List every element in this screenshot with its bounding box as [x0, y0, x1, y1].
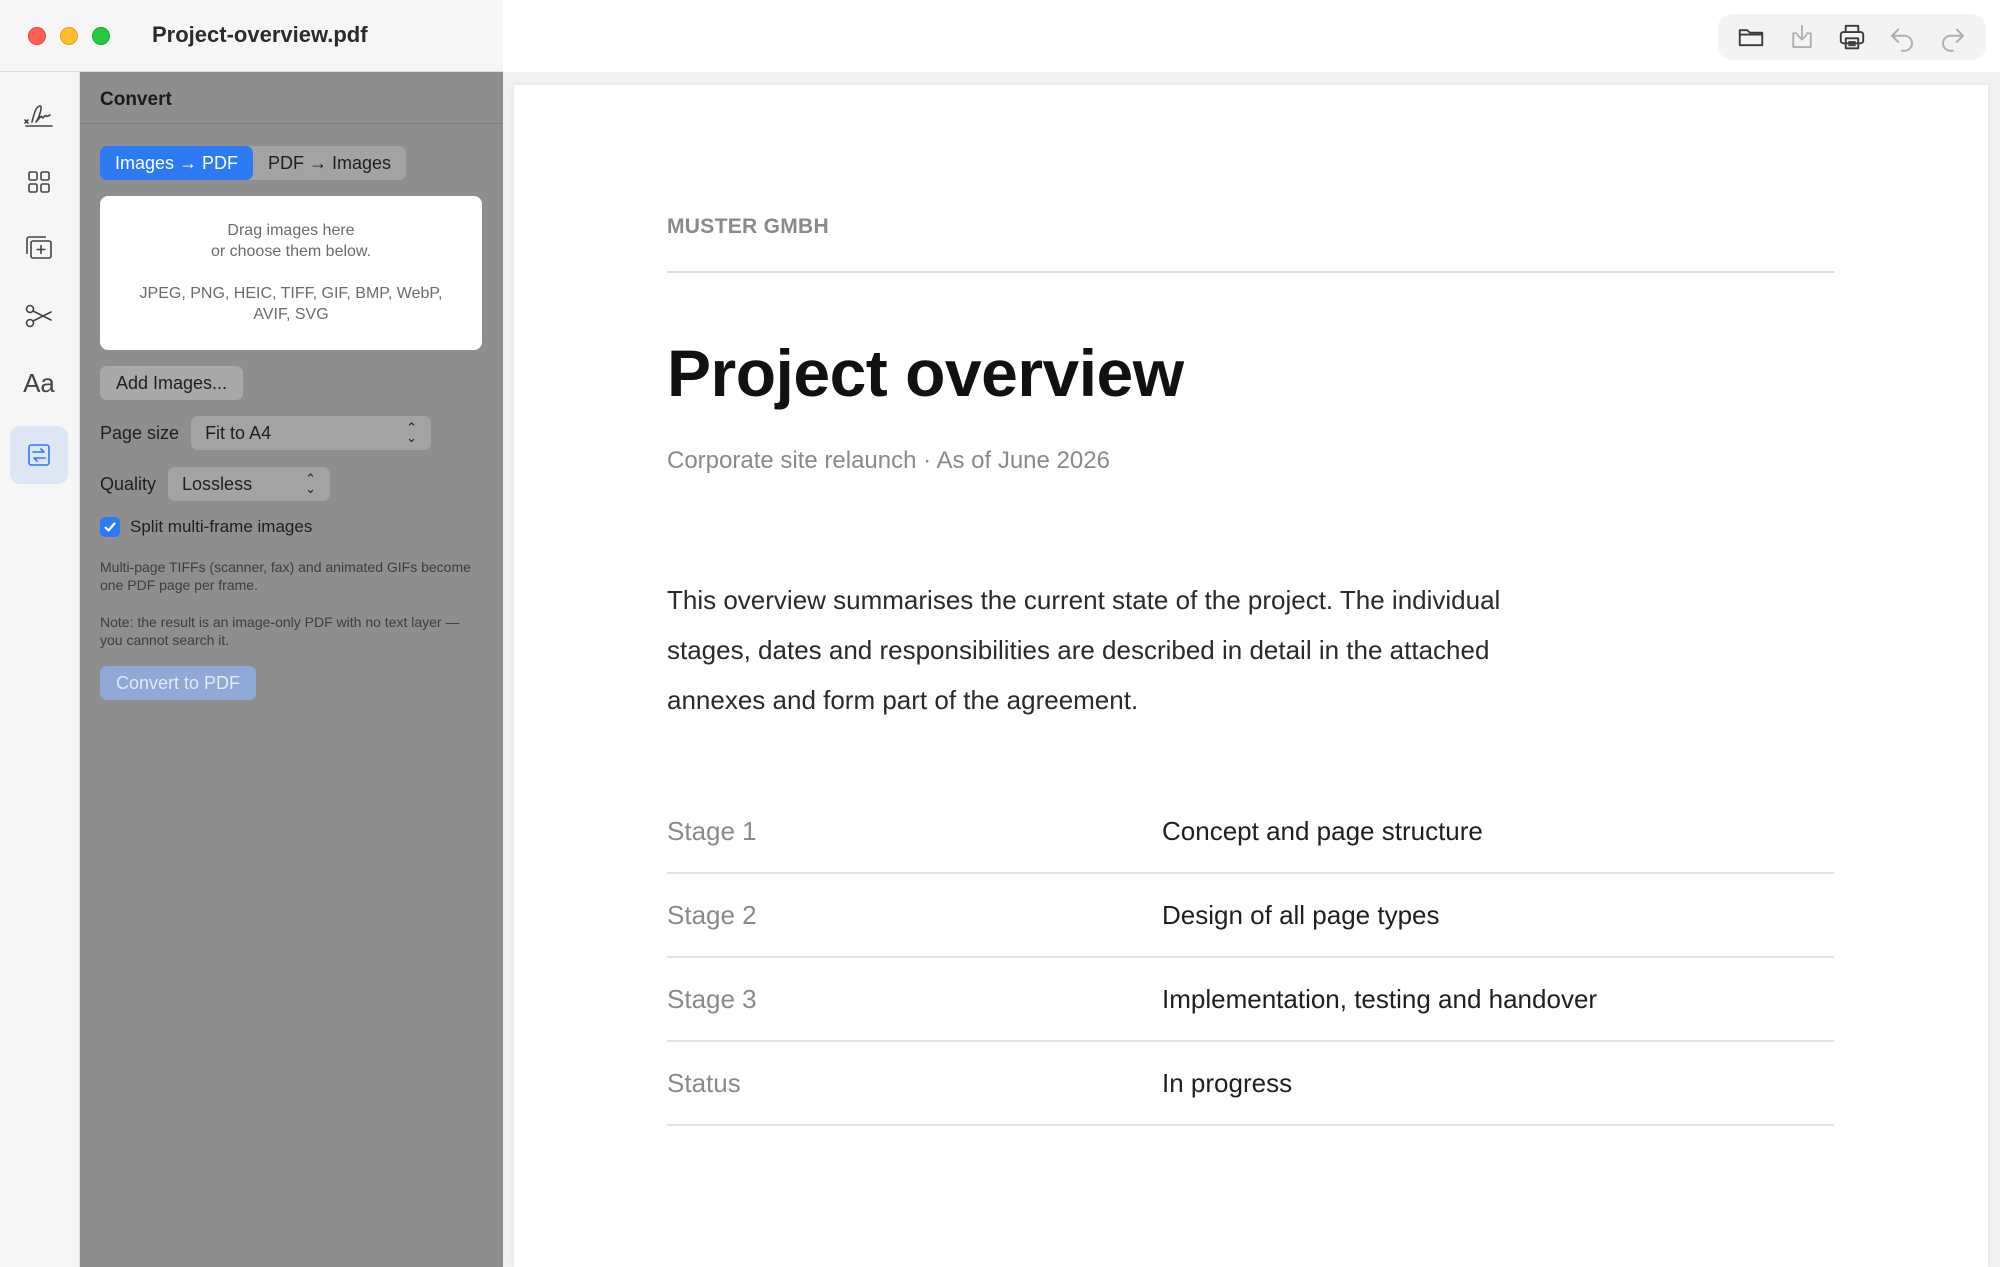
multi-frame-hint: Multi-page TIFFs (scanner, fax) and anim… [100, 559, 471, 593]
convert-to-pdf-button[interactable]: Convert to PDF [100, 666, 257, 700]
zoom-window-button[interactable] [92, 27, 110, 45]
document-subtitle: Corporate site relaunch · As of June 202… [667, 447, 1110, 474]
rail-item-grid[interactable] [10, 153, 68, 211]
split-frames-checkbox[interactable] [100, 517, 120, 537]
document-heading: Project overview [667, 336, 1184, 410]
panel-title: Convert [80, 72, 503, 124]
quality-label: Quality [100, 473, 157, 494]
table-row: Stage 1 Concept and page structure [667, 790, 1834, 874]
text-icon: Aa [23, 367, 55, 398]
print-button[interactable] [1832, 17, 1872, 57]
quality-value: Lossless [182, 473, 253, 494]
document-body: This overview summarises the current sta… [667, 585, 1501, 715]
supported-formats: JPEG, PNG, HEIC, TIFF, GIF, BMP, WebP, A… [139, 285, 443, 323]
row-value: Design of all page types [1162, 899, 1440, 930]
page-size-value: Fit to A4 [205, 422, 272, 443]
open-folder-button[interactable] [1731, 17, 1771, 57]
rail-item-convert[interactable] [10, 426, 68, 484]
image-drop-zone[interactable]: Drag images here or choose them below. J… [100, 196, 482, 350]
redo-icon [1941, 28, 1964, 52]
quality-select[interactable]: Lossless ⌃ ⌄ [168, 467, 331, 501]
signature-icon [24, 105, 53, 127]
toolbar [1718, 14, 1986, 60]
drop-zone-line-2: or choose them below. [210, 243, 372, 260]
row-key: Stage 2 [667, 899, 757, 930]
stage-table: Stage 1 Concept and page structure Stage… [667, 790, 1834, 1126]
select-chevron-icon: ⌃ ⌄ [406, 420, 418, 445]
row-value: In progress [1162, 1067, 1293, 1098]
add-pages-icon [26, 236, 52, 259]
save-button[interactable] [1782, 17, 1822, 57]
split-frames-label: Split multi-frame images [130, 517, 313, 536]
undo-icon [1891, 28, 1914, 52]
folder-icon [1739, 29, 1764, 47]
download-icon [1791, 24, 1812, 48]
split-frames-row: Split multi-frame images [100, 517, 312, 537]
tab-images-to-pdf[interactable]: Images → PDF [100, 146, 254, 180]
rail-item-signature[interactable] [10, 86, 68, 144]
checkmark-icon [104, 522, 116, 532]
table-row: Stage 3 Implementation, testing and hand… [667, 958, 1834, 1042]
row-value: Concept and page structure [1162, 815, 1483, 846]
company-name: MUSTER GMBH [667, 215, 829, 238]
undo-button[interactable] [1882, 17, 1922, 57]
header-divider [667, 271, 1834, 273]
convert-panel: Convert Images → PDF PDF → Images Drag i… [80, 72, 503, 1267]
minimize-window-button[interactable] [60, 27, 78, 45]
rail-item-cut[interactable] [10, 287, 68, 345]
grid-icon [28, 171, 50, 193]
page-size-row: Page size Fit to A4 ⌃ ⌄ [100, 416, 432, 450]
page-size-select[interactable]: Fit to A4 ⌃ ⌄ [191, 416, 432, 450]
redo-button[interactable] [1933, 17, 1973, 57]
window-title: Project-overview.pdf [152, 22, 368, 47]
close-window-button[interactable] [28, 27, 46, 45]
row-key: Stage 1 [667, 815, 757, 846]
drop-zone-line-1: Drag images here [227, 222, 355, 239]
scissors-icon [25, 304, 52, 328]
image-only-note: Note: the result is an image-only PDF wi… [100, 614, 460, 648]
printer-icon [1839, 24, 1865, 50]
row-value: Implementation, testing and handover [1162, 983, 1598, 1014]
add-images-button[interactable]: Add Images... [100, 366, 244, 400]
table-row: Stage 2 Design of all page types [667, 874, 1834, 958]
page-size-label: Page size [100, 422, 180, 443]
convert-mode-switch: Images → PDF PDF → Images [100, 146, 407, 180]
quality-row: Quality Lossless ⌃ ⌄ [100, 467, 331, 501]
rail-item-add-pages[interactable] [10, 220, 68, 278]
row-key: Status [667, 1067, 741, 1098]
row-key: Stage 3 [667, 983, 757, 1014]
tool-rail: Aa [0, 72, 80, 1267]
select-chevron-icon: ⌃ ⌄ [305, 471, 317, 496]
convert-icon [28, 444, 50, 466]
table-row: Status In progress [667, 1042, 1834, 1126]
pdf-page: MUSTER GMBH Project overview Corporate s… [514, 85, 1988, 1267]
rail-item-text[interactable]: Aa [10, 354, 68, 412]
tab-pdf-to-images[interactable]: PDF → Images [253, 146, 406, 180]
